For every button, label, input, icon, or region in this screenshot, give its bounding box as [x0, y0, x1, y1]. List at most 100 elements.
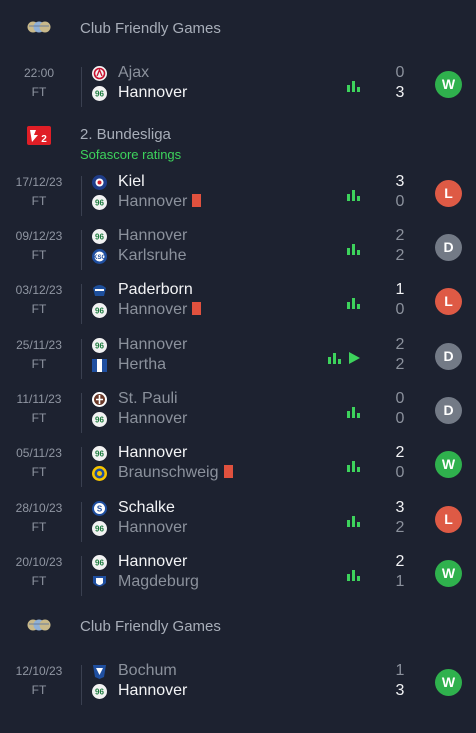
team-name: Hannover — [118, 84, 188, 101]
result-badge: L — [435, 288, 462, 315]
home-team: S Schalke — [91, 498, 291, 518]
home-team: Ajax — [91, 63, 291, 83]
away-team: 96 Hannover — [91, 409, 291, 429]
match-row[interactable]: 28/10/23 FT S Schalke 96 Hannover 3 2 L — [0, 498, 476, 552]
match-row[interactable]: 09/12/23 FT 96 Hannover KSC Karlsruhe 2 … — [0, 226, 476, 280]
divider — [81, 67, 82, 107]
stats-icon[interactable] — [347, 189, 360, 201]
team-name: Hannover — [118, 227, 188, 244]
karlsruhe-crest-icon: KSC — [91, 248, 108, 265]
home-team: Bochum — [91, 661, 291, 681]
match-row[interactable]: 25/11/23 FT 96 Hannover Hertha 2 2 D — [0, 335, 476, 389]
match-row[interactable]: 20/10/23 FT 96 Hannover Magdeburg 2 1 W — [0, 552, 476, 606]
svg-text:96: 96 — [95, 525, 104, 534]
svg-text:96: 96 — [95, 416, 104, 425]
home-score: 3 — [395, 499, 405, 516]
team-name: Hannover — [118, 519, 188, 536]
svg-text:96: 96 — [95, 559, 104, 568]
away-score: 0 — [395, 301, 405, 318]
stats-icon[interactable] — [347, 80, 360, 92]
result-badge: D — [435, 397, 462, 424]
away-team: 96 Hannover — [91, 83, 291, 103]
team-name: Ajax — [118, 64, 150, 81]
match-row[interactable]: 12/10/23 FT Bochum 96 Hannover 1 3 W — [0, 661, 476, 715]
divider — [81, 339, 82, 379]
divider — [81, 665, 82, 705]
stats-icon[interactable] — [328, 352, 341, 364]
schalke-crest-icon: S — [91, 500, 108, 517]
match-row[interactable]: 22:00 FT Ajax 96 Hannover 0 3 W — [0, 63, 476, 117]
home-score: 2 — [395, 444, 405, 461]
home-team: Kiel — [91, 172, 291, 192]
stats-icon[interactable] — [347, 460, 360, 472]
result-badge: L — [435, 180, 462, 207]
red-card-icon — [192, 194, 202, 207]
red-card-icon — [192, 302, 202, 315]
team-name: Paderborn — [118, 281, 193, 298]
tournament-title: Club Friendly Games — [80, 618, 221, 635]
svg-text:S: S — [97, 505, 103, 514]
divider — [81, 447, 82, 487]
match-status: FT — [31, 520, 47, 534]
match-date: 20/10/23 — [15, 555, 63, 569]
tournament-title: 2. Bundesliga — [80, 126, 171, 143]
team-name: Karlsruhe — [118, 247, 187, 264]
team-name-text: Hannover — [118, 193, 188, 210]
match-status: FT — [31, 683, 47, 697]
home-team: 96 Hannover — [91, 335, 291, 355]
divider — [81, 393, 82, 433]
bochum-crest-icon — [91, 663, 108, 680]
bundesliga-2-icon: 2 — [26, 120, 52, 150]
away-score: 0 — [395, 410, 405, 427]
section-header[interactable]: 2 2. Bundesliga Sofascore ratings — [0, 120, 476, 162]
stats-icon[interactable] — [347, 406, 360, 418]
play-video-icon[interactable] — [348, 352, 360, 364]
home-team: 96 Hannover — [91, 443, 291, 463]
svg-text:2: 2 — [41, 134, 47, 145]
globe-trophy-icon — [26, 14, 52, 44]
home-team: 96 Hannover — [91, 552, 291, 572]
match-status: FT — [31, 85, 47, 99]
match-date: 22:00 — [23, 66, 55, 80]
match-status: FT — [31, 465, 47, 479]
section-header[interactable]: Club Friendly Games — [0, 612, 476, 642]
team-name-text: Hannover — [118, 301, 188, 318]
stats-icon[interactable] — [347, 515, 360, 527]
match-date: 11/11/23 — [16, 392, 62, 406]
away-team: KSC Karlsruhe — [91, 246, 291, 266]
home-score: 1 — [395, 281, 405, 298]
stats-icon[interactable] — [347, 243, 360, 255]
team-name: Kiel — [118, 173, 145, 190]
result-badge: W — [435, 560, 462, 587]
result-badge: D — [435, 234, 462, 261]
hertha-crest-icon — [91, 357, 108, 374]
away-team: 96 Hannover — [91, 192, 291, 212]
svg-text:96: 96 — [95, 307, 104, 316]
match-row[interactable]: 17/12/23 FT Kiel 96 Hannover 3 0 L — [0, 172, 476, 226]
tournament-subtitle[interactable]: Sofascore ratings — [80, 147, 181, 162]
stats-icon[interactable] — [347, 569, 360, 581]
hannover-crest-icon: 96 — [91, 302, 108, 319]
match-date: 12/10/23 — [15, 664, 63, 678]
team-name: Schalke — [118, 499, 175, 516]
section-header[interactable]: Club Friendly Games — [0, 14, 476, 44]
away-score: 2 — [395, 356, 405, 373]
hannover-crest-icon: 96 — [91, 194, 108, 211]
team-name: Bochum — [118, 662, 177, 679]
match-row[interactable]: 03/12/23 FT Paderborn 96 Hannover 1 0 L — [0, 280, 476, 334]
team-name: Magdeburg — [118, 573, 199, 590]
stats-icon[interactable] — [347, 297, 360, 309]
away-score: 0 — [395, 193, 405, 210]
home-score: 2 — [395, 553, 405, 570]
match-row[interactable]: 11/11/23 FT St. Pauli 96 Hannover 0 0 D — [0, 389, 476, 443]
divider — [81, 502, 82, 542]
match-date: 25/11/23 — [16, 338, 62, 352]
team-name-text: Braunschweig — [118, 464, 219, 481]
match-row[interactable]: 05/11/23 FT 96 Hannover Braunschweig 2 0… — [0, 443, 476, 497]
globe-trophy-icon — [26, 612, 52, 642]
divider — [81, 176, 82, 216]
svg-text:96: 96 — [95, 450, 104, 459]
match-status: FT — [31, 411, 47, 425]
away-score: 3 — [395, 682, 405, 699]
divider — [81, 230, 82, 270]
